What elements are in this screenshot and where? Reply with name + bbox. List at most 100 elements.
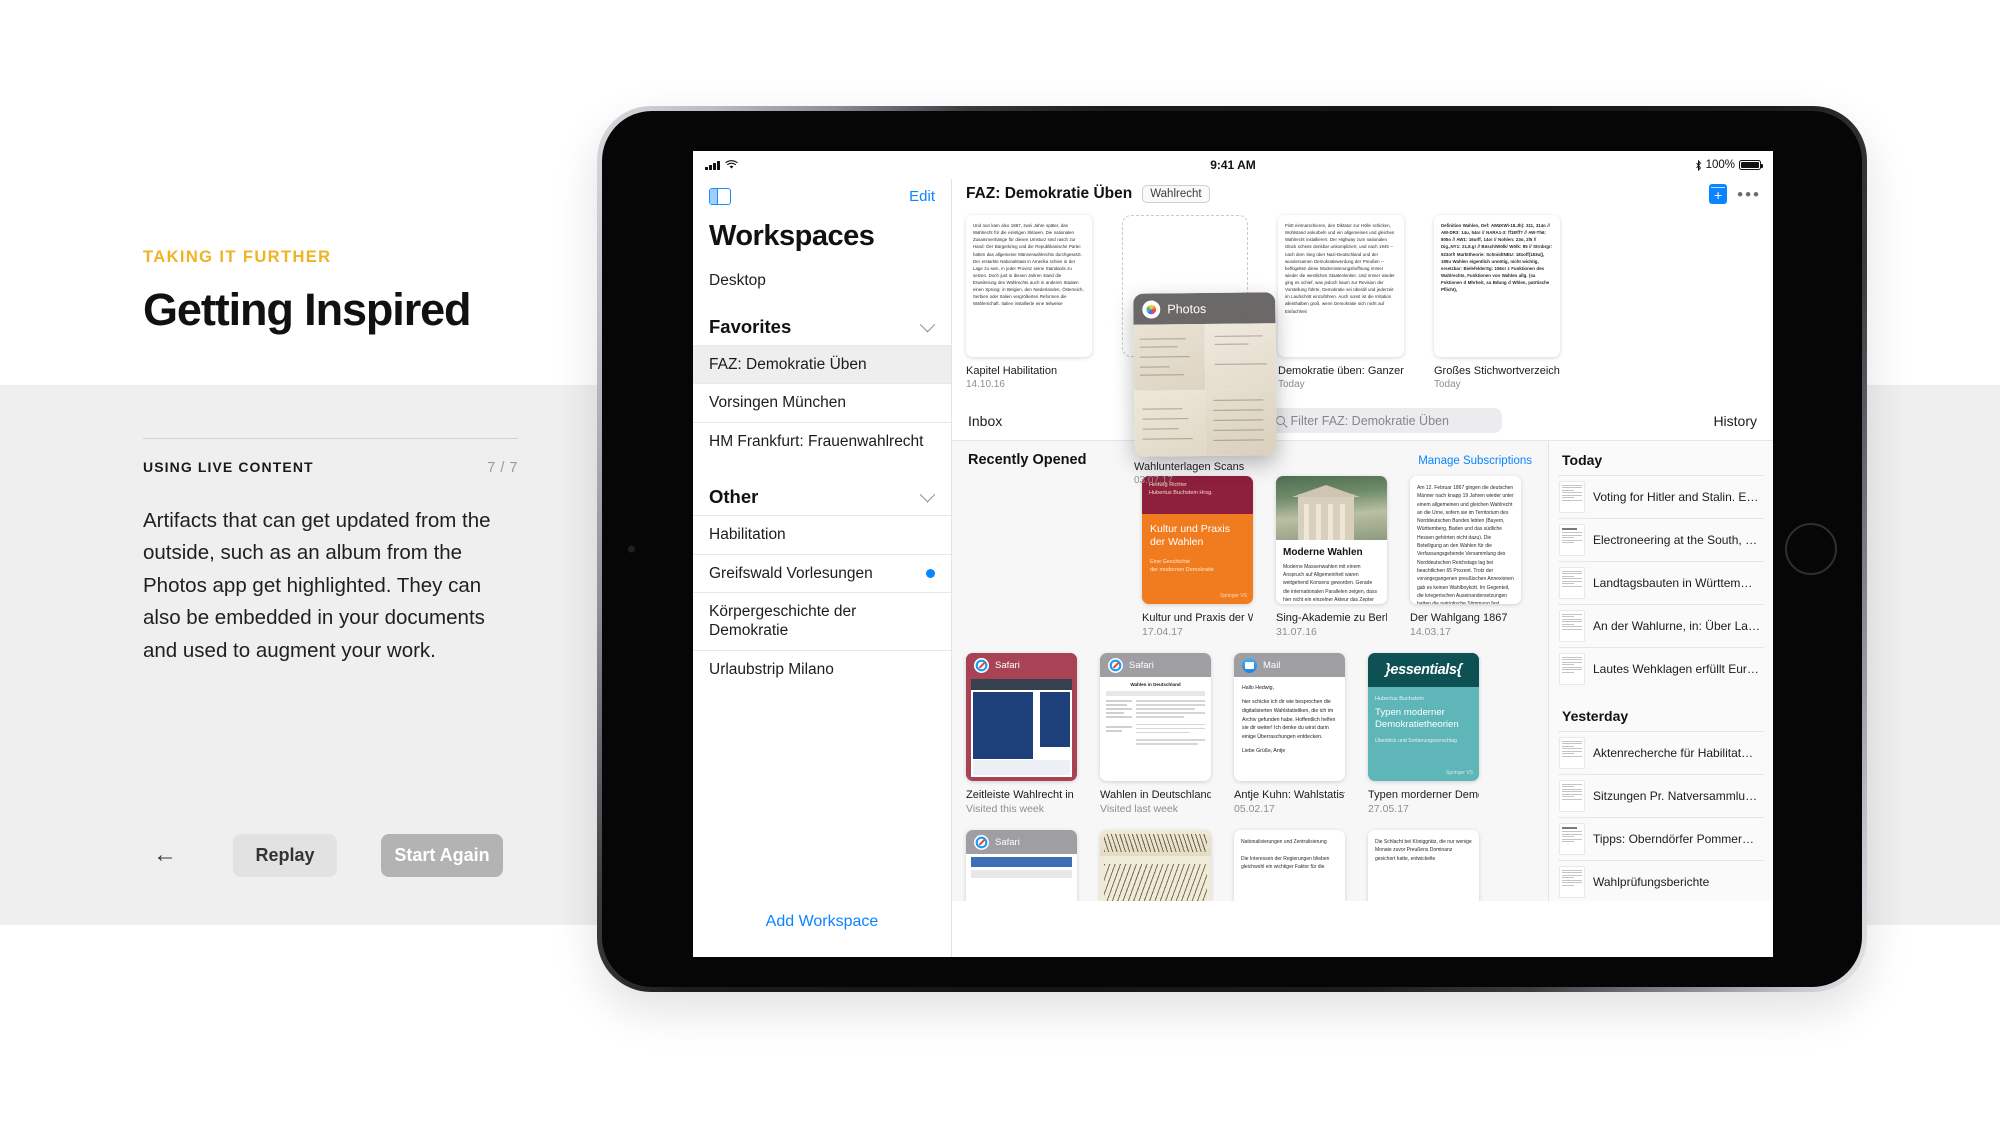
recent-card-sing-akademie[interactable]: Moderne Wahlen Moderne Massenwahlen mit … (1276, 476, 1387, 638)
dragged-photos-album[interactable]: Photos (1133, 292, 1277, 457)
safari-page-card: Safari (966, 830, 1077, 901)
mail-icon (1242, 657, 1257, 673)
sidebar-toolbar: Edit (693, 179, 951, 209)
dragged-item-date: 03.07.17 (1134, 475, 1173, 486)
inbox-button[interactable]: Inbox (968, 413, 1002, 429)
document-thumbnail-icon (1560, 738, 1584, 768)
recent-card-partial-safari[interactable]: Safari (966, 830, 1077, 901)
card-name: Antje Kuhn: Wahlstatistiken … (1234, 789, 1345, 801)
history-item[interactable]: Aktenrecherche für Habilitat… (1558, 731, 1764, 774)
document-thumbnail-icon (1560, 781, 1584, 811)
mail-line: Hallo Hedwig, (1242, 685, 1275, 691)
history-item[interactable]: Electroneering at the South, … (1558, 518, 1764, 561)
history-item[interactable]: Tipps: Oberndörfer Pommer… (1558, 817, 1764, 860)
book-cover: }essentials{ Hubertus Buchstein Typen mo… (1368, 653, 1479, 781)
web-page-title: Wahlen in Deutschland (1130, 682, 1181, 687)
recent-card-partial-engraving[interactable] (1100, 830, 1211, 901)
recent-card-typen-moderner-demokratietheorien[interactable]: }essentials{ Hubertus Buchstein Typen mo… (1368, 653, 1479, 815)
sidebar-item-habilitation[interactable]: Habilitation (693, 515, 951, 553)
start-again-button[interactable]: Start Again (381, 833, 503, 877)
back-arrow-icon[interactable]: ← (143, 833, 187, 877)
history-item[interactable]: Lautes Wehklagen erfüllt Eur… (1558, 647, 1764, 690)
drag-card-app-name: Photos (1167, 301, 1207, 316)
sidebar-item-hm-frankfurt[interactable]: HM Frankfurt: Frauenwahlrecht (693, 421, 951, 460)
filter-placeholder: Filter FAZ: Demokratie Üben (1290, 413, 1449, 428)
recent-card-antje-kuhn-mail[interactable]: Mail Hallo Hedwig, hier schicke ich dir … (1234, 653, 1345, 815)
engraving-card (1100, 830, 1211, 901)
group-label: Favorites (709, 316, 792, 337)
doc-preview-text: Flott einmarschieren, den Diktator zur H… (1285, 223, 1395, 314)
sidebar-item-faz-demokratie-uben[interactable]: FAZ: Demokratie Üben (693, 345, 951, 384)
sidebar-toggle-icon[interactable] (709, 187, 731, 205)
item-label: Urlaubstrip Milano (709, 660, 834, 678)
bluetooth-icon (1695, 159, 1701, 171)
history-item[interactable]: An der Wahlurne, in: Über La… (1558, 604, 1764, 647)
article-body: Moderne Massenwahlen mit einem Anspruch … (1283, 564, 1377, 603)
document-thumbnail-icon (1560, 611, 1584, 641)
recently-opened-title: Recently Opened (968, 452, 1087, 468)
chevron-down-icon[interactable] (919, 316, 936, 332)
card-date: 17.04.17 (1142, 626, 1183, 638)
sidebar-group-favorites-header[interactable]: Favorites (693, 290, 951, 345)
recent-card-partial-nationalisierungen[interactable]: Nationalisierungen und Zentralisierung D… (1234, 830, 1345, 901)
eyebrow-label: TAKING IT FURTHER (143, 248, 332, 266)
doc-date: Today (1278, 379, 1305, 390)
doc-thumbnail: Flott einmarschieren, den Diktator zur H… (1278, 215, 1404, 357)
app-root: Edit Workspaces Desktop Favorites FAZ: D… (693, 179, 1773, 957)
photo-thumb (1134, 389, 1206, 457)
canvas-doc-kapitel-habilitation[interactable]: Und nun kam also 1867, zwei Jahre später… (966, 215, 1092, 390)
cover-title: Kultur und Praxis der Wahlen (1150, 523, 1230, 548)
unread-dot-icon (926, 568, 935, 578)
document-thumbnail-icon (1560, 867, 1584, 897)
workspaces-sidebar: Edit Workspaces Desktop Favorites FAZ: D… (693, 179, 952, 957)
recent-card-kultur-und-praxis[interactable]: Hedwig Richter Hubertus Buchstein Hrsg. … (1142, 476, 1253, 638)
doc-date: Today (1434, 379, 1461, 390)
sidebar-item-vorsingen-munchen[interactable]: Vorsingen München (693, 383, 951, 421)
more-options-icon[interactable]: ••• (1737, 186, 1761, 203)
drag-card-header: Photos (1133, 292, 1276, 325)
cellular-signal-icon (705, 160, 720, 170)
recent-card-wahlen-in-deutschland[interactable]: Safari Wahlen in Deutschland Wahlen in D… (1100, 653, 1211, 815)
add-workspace-button[interactable]: Add Workspace (693, 913, 951, 931)
tag-chip[interactable]: Wahlrecht (1142, 185, 1210, 203)
cover-brand-band: }essentials{ (1368, 653, 1479, 687)
canvas-doc-demokratie-uben[interactable]: Flott einmarschieren, den Diktator zur H… (1278, 215, 1404, 390)
card-name: Typen morderner Demokrati… (1368, 789, 1479, 801)
home-button[interactable] (1785, 523, 1837, 575)
doc-name: Großes Stichwortverzeichnis (1434, 365, 1560, 377)
recent-card-zeitleiste-wahlrecht[interactable]: Safari Zeitleiste Wahlrecht in Visited t… (966, 653, 1077, 815)
add-document-icon[interactable] (1709, 184, 1728, 204)
photo-thumb (1205, 389, 1277, 456)
history-item[interactable]: Wahlprüfungsberichte (1558, 860, 1764, 901)
section-title: USING LIVE CONTENT (143, 459, 314, 475)
dragged-item-name: Wahlunterlagen Scans (1134, 461, 1245, 473)
history-item-label: Tipps: Oberndörfer Pommer… (1593, 832, 1754, 846)
card-app-header: Safari (966, 830, 1077, 854)
lesson-controls: ← Replay Start Again (143, 833, 503, 877)
recently-opened-pane: Recently Opened Manage Subscriptions Hed… (952, 441, 1548, 901)
card-app-header: Safari (966, 653, 1077, 677)
history-item[interactable]: Sitzungen Pr. Natversammlu… (1558, 774, 1764, 817)
history-item[interactable]: Landtagsbauten in Württem… (1558, 561, 1764, 604)
card-name: Kultur und Praxis der Wahle… (1142, 612, 1253, 624)
wifi-icon (724, 160, 738, 169)
recent-card-der-wahlgang-1867[interactable]: Am 12. Februar 1867 gingen die deutschen… (1410, 476, 1521, 638)
canvas-doc-stichwortverzeichnis[interactable]: Definition Wahlen, Def: AWäKW\-18.Jh): 3… (1434, 215, 1560, 390)
manage-subscriptions-link[interactable]: Manage Subscriptions (1418, 455, 1532, 467)
chevron-down-icon[interactable] (919, 486, 936, 503)
edit-button[interactable]: Edit (909, 188, 935, 205)
workspace-title: FAZ: Demokratie Üben (966, 185, 1133, 202)
sidebar-item-korpergeschichte[interactable]: Körpergeschichte der Demokratie (693, 591, 951, 650)
sidebar-item-greifswald-vorlesungen[interactable]: Greifswald Vorlesungen (693, 553, 951, 592)
replay-button[interactable]: Replay (233, 833, 337, 877)
sidebar-group-other-header[interactable]: Other (693, 460, 951, 515)
history-pane: Today Voting for Hitler and Stalin. E… E… (1548, 441, 1773, 901)
history-group-yesterday: Yesterday (1562, 708, 1629, 724)
history-button[interactable]: History (1713, 413, 1757, 429)
history-item-label: Electroneering at the South, … (1593, 533, 1758, 547)
sidebar-item-urlaubstrip-milano[interactable]: Urlaubstrip Milano (693, 649, 951, 688)
recent-card-partial-koniggratz[interactable]: Die Schlacht bei Königgrätz, die nur wen… (1368, 830, 1479, 901)
sidebar-item-desktop[interactable]: Desktop (693, 253, 951, 290)
safari-icon (1108, 657, 1123, 673)
history-item[interactable]: Voting for Hitler and Stalin. E… (1558, 475, 1764, 518)
